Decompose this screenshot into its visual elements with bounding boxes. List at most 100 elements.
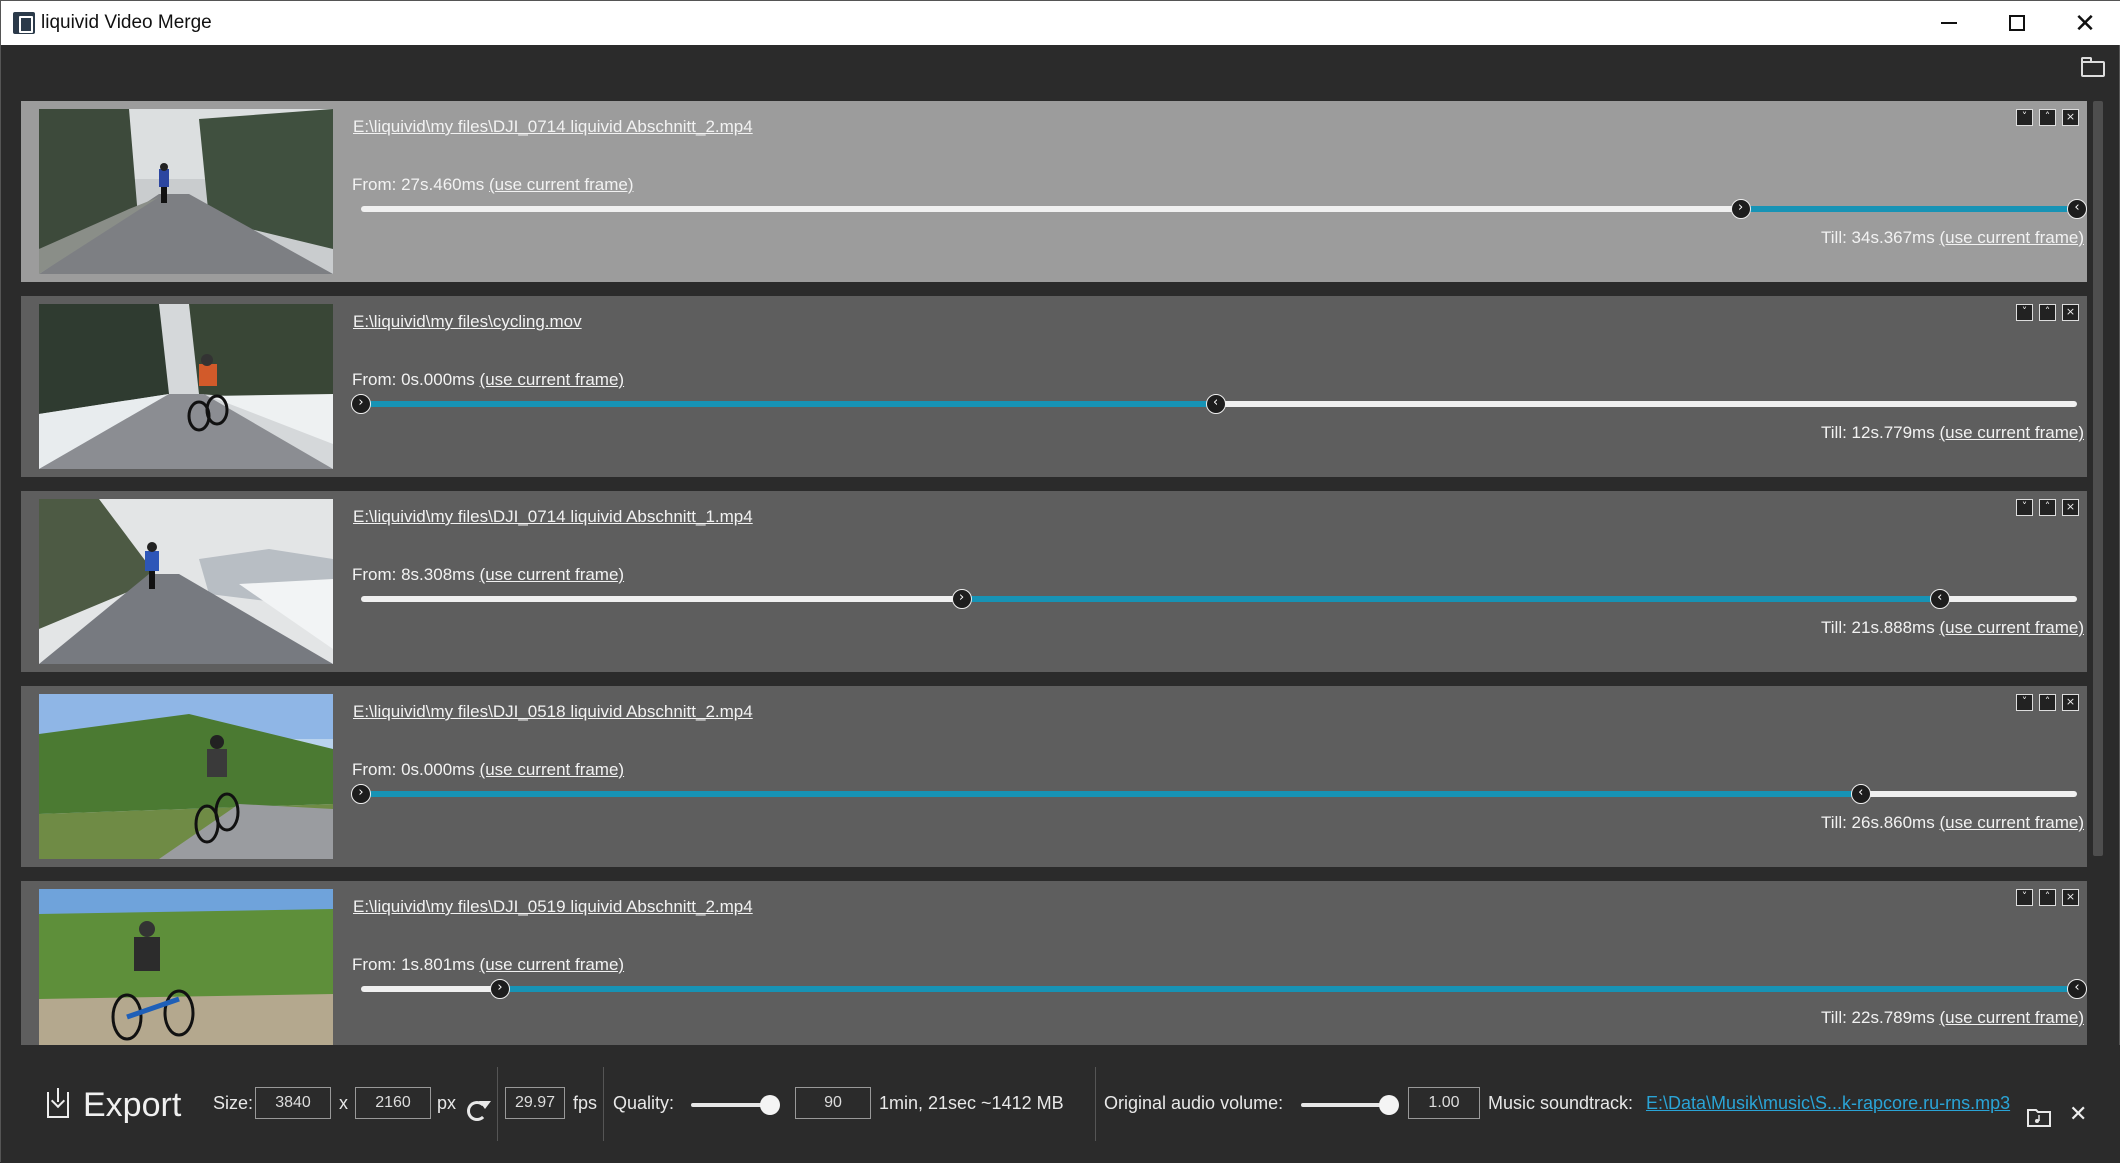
clip-item[interactable]: E:\liquivid\my files\DJI_0519 liquivid A… [21, 881, 2087, 1045]
quality-slider[interactable] [691, 1095, 781, 1115]
use-current-frame-start-link[interactable]: (use current frame) [480, 955, 625, 974]
remove-clip-button[interactable]: × [2062, 889, 2079, 906]
trim-slider[interactable]: › ‹ [361, 589, 2077, 609]
clip-from: From: 27s.460ms (use current frame) [352, 175, 634, 195]
move-up-button[interactable]: ˄ [2039, 499, 2056, 516]
choose-music-button[interactable] [2027, 1107, 2051, 1127]
trim-start-handle[interactable]: › [489, 979, 510, 999]
separator [497, 1067, 498, 1141]
audio-volume-input[interactable]: 1.00 [1408, 1087, 1480, 1119]
trim-range [361, 791, 1861, 797]
add-files-button[interactable] [2081, 57, 2107, 77]
clip-file-path[interactable]: E:\liquivid\my files\DJI_0519 liquivid A… [353, 897, 753, 917]
clip-from: From: 0s.000ms (use current frame) [352, 760, 624, 780]
music-soundtrack-label: Music soundtrack: [1488, 1093, 1634, 1113]
clip-file-path[interactable]: E:\liquivid\my files\DJI_0518 liquivid A… [353, 702, 753, 722]
trim-slider[interactable]: › ‹ [361, 199, 2087, 219]
clip-item[interactable]: E:\liquivid\my files\DJI_0714 liquivid A… [21, 491, 2087, 672]
music-file-link[interactable]: E:\Data\Musik\music\S...k-rapcore.ru-rns… [1646, 1093, 2010, 1114]
maximize-button[interactable] [1983, 1, 2051, 45]
audio-volume-slider[interactable] [1301, 1095, 1399, 1115]
remove-clip-button[interactable]: × [2062, 499, 2079, 516]
fps-input[interactable]: 29.97 [505, 1087, 565, 1119]
maximize-icon [2009, 15, 2025, 31]
trim-range [1740, 206, 2077, 212]
move-down-button[interactable]: ˅ [2016, 109, 2033, 126]
move-down-button[interactable]: ˅ [2016, 499, 2033, 516]
use-current-frame-end-link[interactable]: (use current frame) [1939, 813, 2084, 832]
close-window-button[interactable]: ✕ [2051, 1, 2119, 45]
remove-clip-button[interactable]: × [2062, 694, 2079, 711]
use-current-frame-start-link[interactable]: (use current frame) [489, 175, 634, 194]
till-time: Till: 12s.779ms [1821, 423, 1935, 442]
trim-slider[interactable]: › ‹ [351, 394, 2077, 414]
trim-start-handle[interactable]: › [951, 589, 972, 609]
trim-start-handle[interactable]: › [1730, 199, 1751, 219]
move-up-button[interactable]: ˄ [2039, 889, 2056, 906]
clip-item[interactable]: E:\liquivid\my files\DJI_0714 liquivid A… [21, 101, 2087, 282]
clip-list: E:\liquivid\my files\DJI_0714 liquivid A… [21, 101, 2087, 1045]
minimize-button[interactable] [1915, 1, 1983, 45]
trim-end-handle[interactable]: ‹ [1850, 784, 1871, 804]
quality-slider-knob[interactable] [760, 1095, 781, 1115]
close-icon: ✕ [2074, 8, 2096, 38]
clip-from: From: 8s.308ms (use current frame) [352, 565, 624, 585]
trim-start-handle[interactable]: › [351, 394, 371, 414]
clip-file-path[interactable]: E:\liquivid\my files\DJI_0714 liquivid A… [353, 507, 753, 527]
quality-input[interactable]: 90 [795, 1087, 871, 1119]
trim-range [361, 401, 1216, 407]
remove-clip-button[interactable]: × [2062, 109, 2079, 126]
clip-till: Till: 26s.860ms (use current frame) [1821, 813, 2084, 833]
move-down-button[interactable]: ˅ [2016, 694, 2033, 711]
use-current-frame-end-link[interactable]: (use current frame) [1939, 423, 2084, 442]
clip-file-path[interactable]: E:\liquivid\my files\cycling.mov [353, 312, 582, 332]
clip-item[interactable]: E:\liquivid\my files\cycling.mov From: 0… [21, 296, 2087, 477]
till-time: Till: 21s.888ms [1821, 618, 1935, 637]
export-bar: Export Size: 3840 x 2160 px 29.97 fps Qu… [1, 1045, 2120, 1163]
trim-end-handle[interactable]: ‹ [1205, 394, 1226, 414]
use-current-frame-start-link[interactable]: (use current frame) [480, 760, 625, 779]
clip-controls: ˅ ˄ × [2016, 694, 2079, 711]
width-input[interactable]: 3840 [255, 1087, 331, 1119]
move-up-button[interactable]: ˄ [2039, 694, 2056, 711]
size-label: Size: [213, 1093, 254, 1113]
trim-end-handle[interactable]: ‹ [1929, 589, 1950, 609]
trim-range [499, 986, 2077, 992]
trim-slider[interactable]: › ‹ [361, 979, 2087, 999]
quality-label: Quality: [613, 1093, 675, 1113]
use-current-frame-end-link[interactable]: (use current frame) [1939, 618, 2084, 637]
px-label: px [437, 1093, 457, 1113]
use-current-frame-end-link[interactable]: (use current frame) [1939, 228, 2084, 247]
clip-controls: ˅ ˄ × [2016, 109, 2079, 126]
till-time: Till: 22s.789ms [1821, 1008, 1935, 1027]
from-time: From: 1s.801ms [352, 955, 475, 974]
remove-clip-button[interactable]: × [2062, 304, 2079, 321]
audio-volume-label: Original audio volume: [1104, 1093, 1284, 1113]
app-window: liquivid Video Merge ✕ E:\liquivid\my fi… [0, 0, 2120, 1163]
trim-end-handle[interactable]: ‹ [2067, 199, 2087, 219]
height-input[interactable]: 2160 [355, 1087, 431, 1119]
clip-file-path[interactable]: E:\liquivid\my files\DJI_0714 liquivid A… [353, 117, 753, 137]
export-button[interactable]: Export [47, 1083, 181, 1127]
title-bar: liquivid Video Merge ✕ [1, 1, 2120, 45]
fps-label: fps [573, 1093, 598, 1113]
clip-item[interactable]: E:\liquivid\my files\DJI_0518 liquivid A… [21, 686, 2087, 867]
trim-start-handle[interactable]: › [351, 784, 371, 804]
move-up-button[interactable]: ˄ [2039, 109, 2056, 126]
use-current-frame-start-link[interactable]: (use current frame) [480, 565, 625, 584]
audio-volume-slider-knob[interactable] [1379, 1095, 1399, 1115]
move-down-button[interactable]: ˅ [2016, 889, 2033, 906]
clip-till: Till: 22s.789ms (use current frame) [1821, 1008, 2084, 1028]
remove-music-button[interactable]: ✕ [2069, 1101, 2087, 1127]
move-up-button[interactable]: ˄ [2039, 304, 2056, 321]
use-current-frame-end-link[interactable]: (use current frame) [1939, 1008, 2084, 1027]
from-time: From: 0s.000ms [352, 370, 475, 389]
till-time: Till: 26s.860ms [1821, 813, 1935, 832]
trim-end-handle[interactable]: ‹ [2067, 979, 2087, 999]
reset-size-icon[interactable] [467, 1101, 491, 1121]
clip-list-scrollbar[interactable] [2093, 101, 2103, 856]
use-current-frame-start-link[interactable]: (use current frame) [480, 370, 625, 389]
download-icon [47, 1088, 69, 1118]
trim-slider[interactable]: › ‹ [351, 784, 2077, 804]
move-down-button[interactable]: ˅ [2016, 304, 2033, 321]
